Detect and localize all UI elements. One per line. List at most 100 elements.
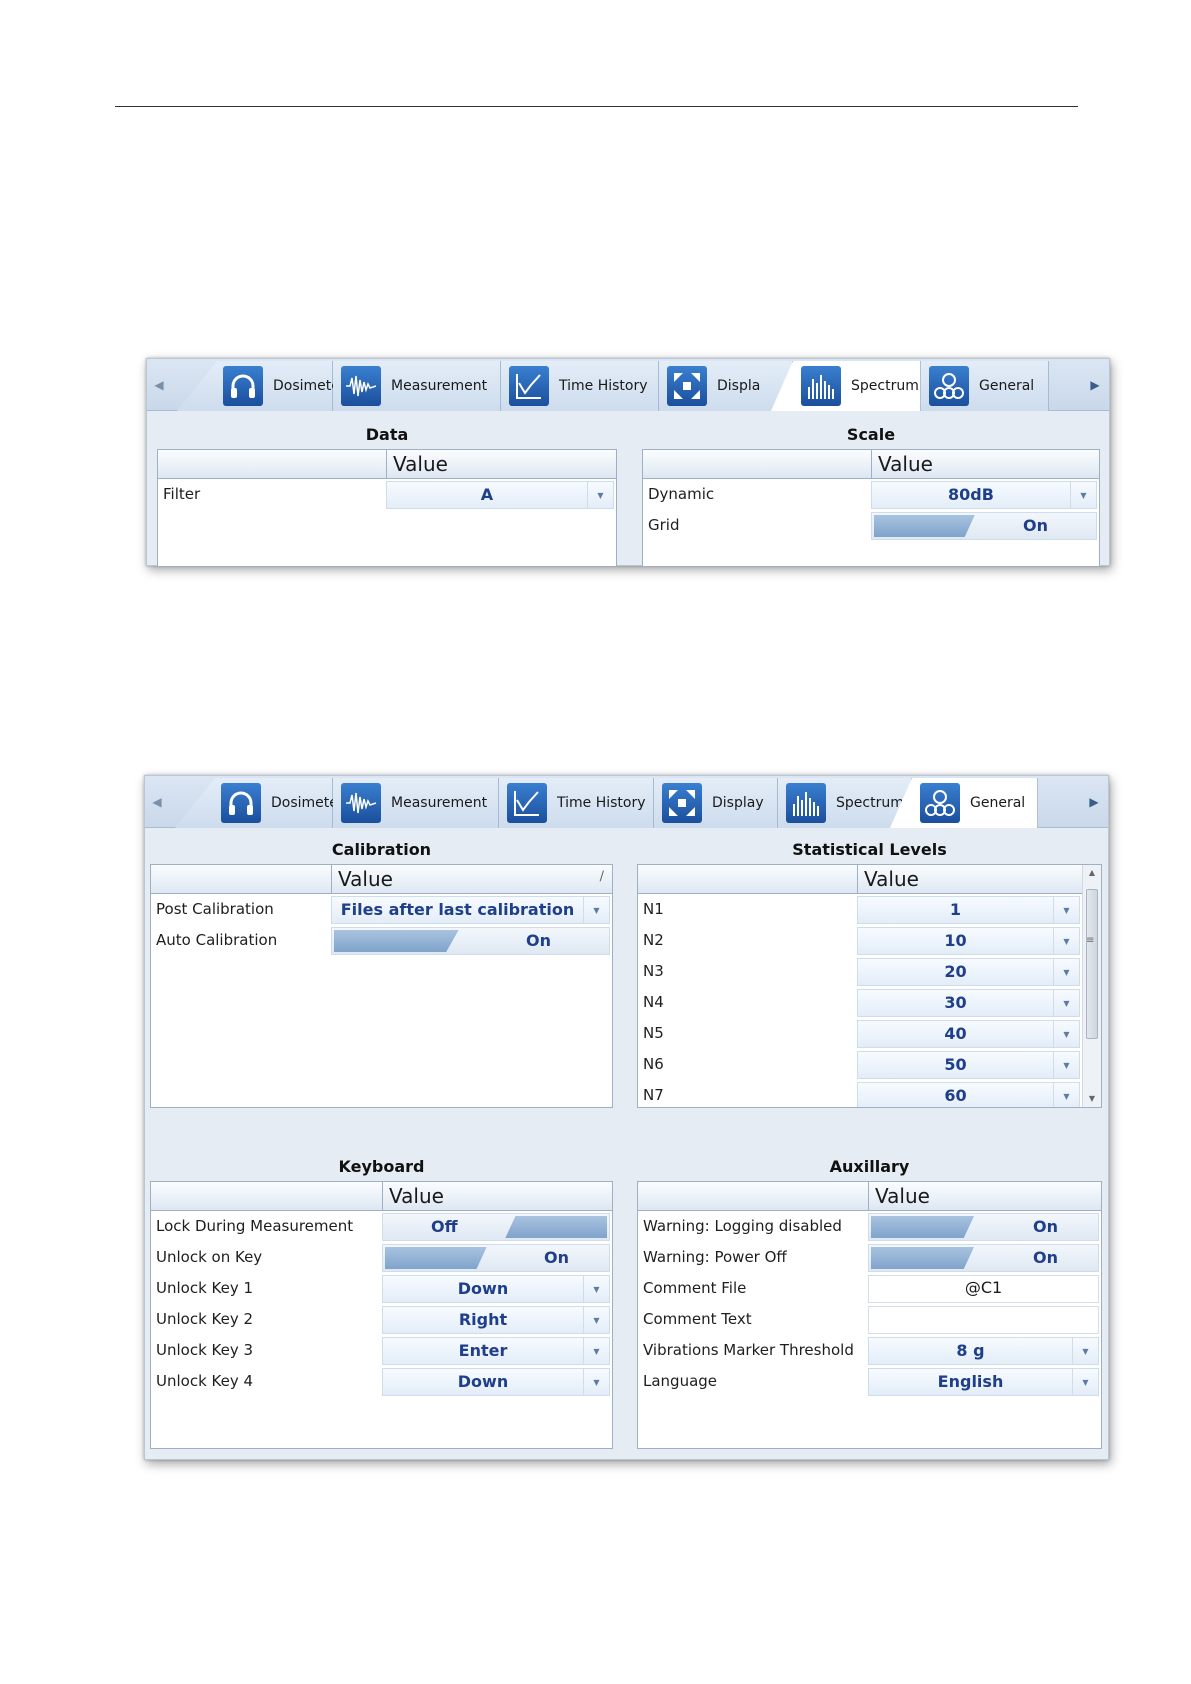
- dropdown-value: Down: [457, 1372, 509, 1391]
- property-row-auto-calibration: Auto Calibration On: [151, 925, 612, 956]
- data-panel: Data Value Filter A ▼: [157, 421, 617, 567]
- unlock-on-key-toggle[interactable]: On: [382, 1244, 610, 1272]
- chevron-down-icon[interactable]: ▼: [583, 1276, 609, 1302]
- chevron-down-icon[interactable]: ▼: [583, 1369, 609, 1395]
- language-dropdown[interactable]: English ▼: [868, 1368, 1099, 1396]
- chevron-down-icon[interactable]: ▼: [1053, 959, 1079, 985]
- property-row-unlock-key-4: Unlock Key 4 Down ▼: [151, 1366, 612, 1397]
- value-column-header[interactable]: Value: [382, 1182, 612, 1210]
- property-row-post-calibration: Post Calibration Files after last calibr…: [151, 894, 612, 925]
- dynamic-dropdown[interactable]: 80dB ▼: [871, 481, 1097, 509]
- property-label: Post Calibration: [156, 900, 274, 918]
- property-row-n3: N3 20 ▼: [638, 956, 1082, 987]
- unlock-key-1-dropdown[interactable]: Down ▼: [382, 1275, 610, 1303]
- dropdown-value: 80dB: [948, 485, 994, 504]
- comment-file-input[interactable]: @C1: [868, 1275, 1099, 1303]
- warning-power-off-toggle[interactable]: On: [868, 1244, 1099, 1272]
- chevron-down-icon[interactable]: ▼: [583, 897, 609, 923]
- tab-label: Spectrum: [851, 378, 919, 394]
- property-label: Unlock Key 2: [156, 1310, 254, 1328]
- tab-time-history[interactable]: Time History: [501, 361, 659, 411]
- bar-spectrum-icon: [801, 366, 841, 406]
- tab-spectrum[interactable]: Spectrum: [771, 361, 921, 411]
- chevron-down-icon[interactable]: ▼: [583, 1338, 609, 1364]
- toggle-value: On: [1023, 516, 1048, 535]
- tab-measurement[interactable]: Measurement: [333, 361, 501, 411]
- chevron-down-icon[interactable]: ▼: [1053, 990, 1079, 1016]
- chevron-down-icon[interactable]: ▼: [583, 1307, 609, 1333]
- auto-calibration-toggle[interactable]: On: [331, 927, 610, 955]
- chevron-down-icon[interactable]: ▼: [1053, 1021, 1079, 1047]
- filter-dropdown[interactable]: A ▼: [386, 481, 614, 509]
- grid-toggle[interactable]: On: [871, 512, 1097, 540]
- post-calibration-dropdown[interactable]: Files after last calibration ▼: [331, 896, 610, 924]
- input-value: [869, 1307, 1098, 1333]
- comment-text-input[interactable]: [868, 1306, 1099, 1334]
- chevron-down-icon[interactable]: ▼: [1053, 1052, 1079, 1078]
- value-column-header[interactable]: Value: [868, 1182, 1101, 1210]
- tab-list: Dosimeter Measurement Time History Displ…: [175, 778, 1078, 828]
- tab-dosimeter[interactable]: Dosimeter: [175, 778, 333, 828]
- dropdown-value: 60: [944, 1086, 967, 1105]
- tab-display[interactable]: Display: [654, 778, 778, 828]
- lock-during-measurement-toggle[interactable]: Off: [382, 1213, 610, 1241]
- property-row-n1: N1 1 ▼: [638, 894, 1082, 925]
- tab-display[interactable]: Displa: [659, 361, 793, 411]
- property-row-n2: N2 10 ▼: [638, 925, 1082, 956]
- panel-title: Calibration: [150, 836, 613, 864]
- property-label: Unlock Key 1: [156, 1279, 254, 1297]
- tab-general[interactable]: General: [890, 778, 1038, 828]
- tab-measurement[interactable]: Measurement: [333, 778, 499, 828]
- tab-dosimeter[interactable]: Dosimeter: [177, 361, 333, 411]
- n4-dropdown[interactable]: 30 ▼: [857, 989, 1080, 1017]
- property-row-warning-power-off: Warning: Power Off On: [638, 1242, 1101, 1273]
- dropdown-value: Right: [458, 1310, 508, 1329]
- n1-dropdown[interactable]: 1 ▼: [857, 896, 1080, 924]
- value-column-header[interactable]: Value: [331, 865, 612, 893]
- property-label: N5: [643, 1024, 664, 1042]
- chevron-down-icon[interactable]: ▼: [1053, 897, 1079, 923]
- chevron-down-icon[interactable]: ▼: [1053, 1083, 1079, 1107]
- property-row-n6: N6 50 ▼: [638, 1049, 1082, 1080]
- chevron-down-icon[interactable]: ▼: [1070, 482, 1096, 508]
- dropdown-value: 8 g: [956, 1341, 985, 1360]
- n6-dropdown[interactable]: 50 ▼: [857, 1051, 1080, 1079]
- dropdown-value: English: [937, 1372, 1004, 1391]
- scroll-up-icon[interactable]: ▲: [1083, 865, 1101, 881]
- scrollbar-thumb[interactable]: [1086, 889, 1098, 1039]
- tab-scroll-right-icon[interactable]: ▶: [1084, 776, 1104, 828]
- tab-scroll-right-icon[interactable]: ▶: [1085, 359, 1105, 411]
- tab-time-history[interactable]: Time History: [499, 778, 654, 828]
- tab-scroll-left-icon[interactable]: ◀: [149, 359, 169, 411]
- n2-dropdown[interactable]: 10 ▼: [857, 927, 1080, 955]
- property-label: Auto Calibration: [156, 931, 278, 949]
- unlock-key-3-dropdown[interactable]: Enter ▼: [382, 1337, 610, 1365]
- unlock-key-4-dropdown[interactable]: Down ▼: [382, 1368, 610, 1396]
- vertical-scrollbar[interactable]: ▲ ≡ ▼: [1082, 865, 1101, 1107]
- toggle-knob: [874, 515, 975, 537]
- n7-dropdown[interactable]: 60 ▼: [857, 1082, 1080, 1107]
- unlock-key-2-dropdown[interactable]: Right ▼: [382, 1306, 610, 1334]
- tab-scroll-left-icon[interactable]: ◀: [147, 776, 167, 828]
- n5-dropdown[interactable]: 40 ▼: [857, 1020, 1080, 1048]
- chevron-down-icon[interactable]: ▼: [1053, 928, 1079, 954]
- toggle-value: On: [544, 1248, 569, 1267]
- line-chart-icon: [509, 366, 549, 406]
- value-column-header[interactable]: Value: [871, 450, 1099, 478]
- scroll-down-icon[interactable]: ▼: [1083, 1091, 1101, 1107]
- vibrations-marker-threshold-dropdown[interactable]: 8 g ▼: [868, 1337, 1099, 1365]
- property-label: Grid: [648, 516, 680, 534]
- tab-spectrum[interactable]: Spectrum: [778, 778, 912, 828]
- value-column-header[interactable]: Value: [857, 865, 1082, 893]
- n3-dropdown[interactable]: 20 ▼: [857, 958, 1080, 986]
- tab-general[interactable]: General: [921, 361, 1049, 411]
- chevron-down-icon[interactable]: ▼: [1072, 1338, 1098, 1364]
- warning-logging-disabled-toggle[interactable]: On: [868, 1213, 1099, 1241]
- chevron-down-icon[interactable]: ▼: [587, 482, 613, 508]
- value-column-header[interactable]: Value: [386, 450, 616, 478]
- tab-label: Displa: [717, 378, 761, 394]
- sort-icon[interactable]: ∕: [600, 869, 604, 884]
- chevron-down-icon[interactable]: ▼: [1072, 1369, 1098, 1395]
- property-row-n4: N4 30 ▼: [638, 987, 1082, 1018]
- grid-header: Value: [158, 450, 616, 479]
